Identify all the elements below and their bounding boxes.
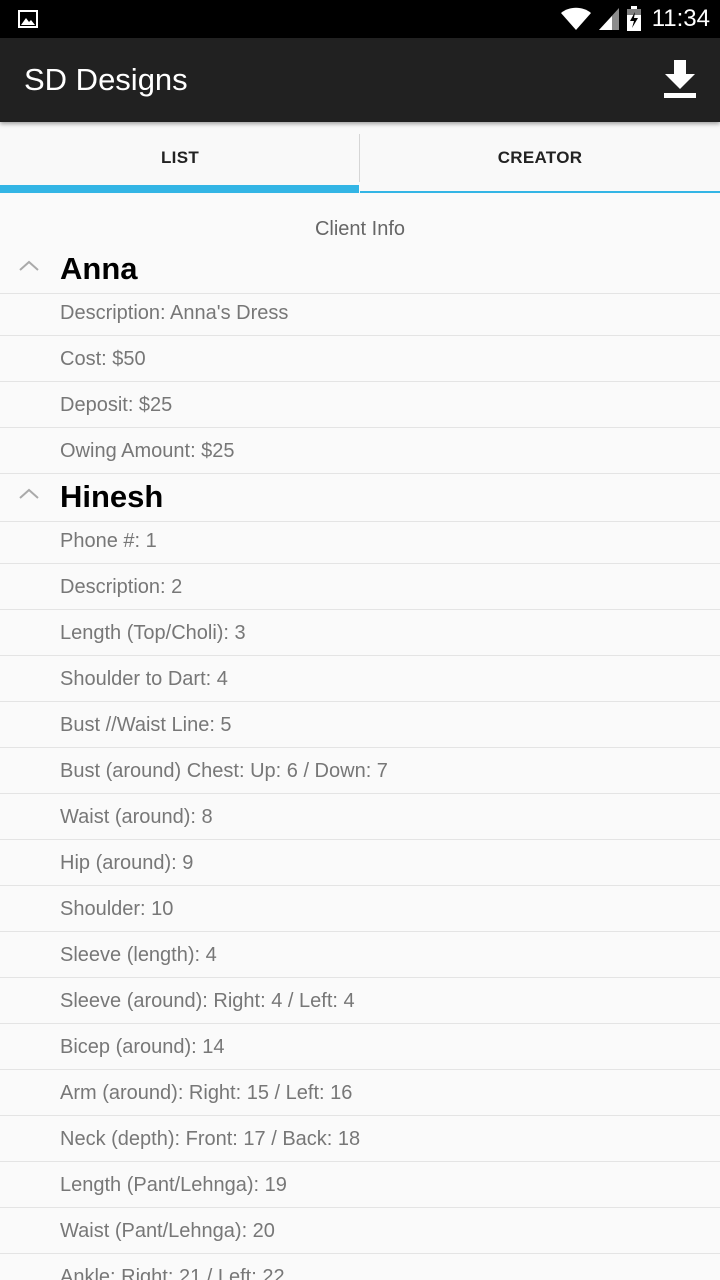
chevron-up-icon <box>19 488 39 499</box>
list-item[interactable]: Phone #: 1 <box>0 518 720 564</box>
list-item[interactable]: Bicep (around): 14 <box>0 1024 720 1070</box>
action-bar: SD Designs <box>0 38 720 122</box>
list-item-text: Sleeve (around): Right: 4 / Left: 4 <box>60 990 355 1012</box>
tab-list[interactable]: LIST <box>0 122 360 194</box>
list-item[interactable]: Owing Amount: $25 <box>0 428 720 474</box>
list-item-text: Cost: $50 <box>60 348 146 370</box>
tab-selected-indicator <box>0 185 359 193</box>
list-item[interactable]: Length (Pant/Lehnga): 19 <box>0 1162 720 1208</box>
tab-bar: LIST CREATOR <box>0 122 720 194</box>
group-header-hinesh[interactable]: Hinesh <box>0 472 720 522</box>
list-item[interactable]: Shoulder to Dart: 4 <box>0 656 720 702</box>
list-item[interactable]: Arm (around): Right: 15 / Left: 16 <box>0 1070 720 1116</box>
list-item[interactable]: Description: 2 <box>0 564 720 610</box>
list-item[interactable]: Deposit: $25 <box>0 382 720 428</box>
list-item-text: Bicep (around): 14 <box>60 1036 225 1058</box>
list-item-text: Shoulder to Dart: 4 <box>60 668 228 690</box>
list-item-text: Waist (Pant/Lehnga): 20 <box>60 1220 275 1242</box>
list-item-text: Phone #: 1 <box>60 530 157 552</box>
list-item[interactable]: Shoulder: 10 <box>0 886 720 932</box>
list-item-text: Description: 2 <box>60 576 183 598</box>
status-time: 11:34 <box>651 5 710 32</box>
status-bar: 11:34 <box>0 0 720 38</box>
list-item[interactable]: Sleeve (length): 4 <box>0 932 720 978</box>
app-title: SD Designs <box>24 62 188 97</box>
list-item-text: Ankle: Right: 21 / Left: 22 <box>60 1266 285 1280</box>
list-item[interactable]: Cost: $50 <box>0 336 720 382</box>
list-item-text: Owing Amount: $25 <box>60 440 235 462</box>
cell-signal-icon <box>598 8 619 30</box>
list-item[interactable]: Neck (depth): Front: 17 / Back: 18 <box>0 1116 720 1162</box>
list-item-text: Hip (around): 9 <box>60 852 194 874</box>
group-name: Hinesh <box>60 479 164 514</box>
list-item[interactable]: Sleeve (around): Right: 4 / Left: 4 <box>0 978 720 1024</box>
section-header: Client Info <box>314 218 406 240</box>
list-item[interactable]: Waist (Pant/Lehnga): 20 <box>0 1208 720 1254</box>
list-item-text: Arm (around): Right: 15 / Left: 16 <box>60 1082 353 1104</box>
list-item-text: Waist (around): 8 <box>60 806 213 828</box>
list-item[interactable]: Bust //Waist Line: 5 <box>0 702 720 748</box>
group-name: Anna <box>60 251 138 286</box>
list-item[interactable]: Ankle: Right: 21 / Left: 22 <box>0 1254 720 1280</box>
wifi-icon <box>560 7 591 30</box>
list-item-text: Sleeve (length): 4 <box>60 944 217 966</box>
client-list[interactable]: Client Info Anna Description: Anna's Dre… <box>0 194 720 1280</box>
list-item[interactable]: Description: Anna's Dress <box>0 290 720 336</box>
list-item-text: Bust //Waist Line: 5 <box>60 714 232 736</box>
list-item[interactable]: Bust (around) Chest: Up: 6 / Down: 7 <box>0 748 720 794</box>
list-item-text: Length (Top/Choli): 3 <box>60 622 246 644</box>
list-item-text: Description: Anna's Dress <box>60 302 289 324</box>
group-header-anna[interactable]: Anna <box>0 244 720 294</box>
tab-creator[interactable]: CREATOR <box>360 122 720 194</box>
tab-bar-underline <box>360 191 720 193</box>
list-item-text: Shoulder: 10 <box>60 898 174 920</box>
battery-charging-icon <box>626 6 641 31</box>
image-notification-icon <box>18 10 38 28</box>
list-item[interactable]: Hip (around): 9 <box>0 840 720 886</box>
download-icon[interactable] <box>662 58 698 100</box>
list-item-text: Neck (depth): Front: 17 / Back: 18 <box>60 1128 361 1150</box>
list-item-text: Length (Pant/Lehnga): 19 <box>60 1174 287 1196</box>
list-item-text: Bust (around) Chest: Up: 6 / Down: 7 <box>60 760 388 782</box>
list-item[interactable]: Waist (around): 8 <box>0 794 720 840</box>
list-item[interactable]: Length (Top/Choli): 3 <box>0 610 720 656</box>
list-item-text: Deposit: $25 <box>60 394 173 416</box>
chevron-up-icon <box>19 260 39 271</box>
